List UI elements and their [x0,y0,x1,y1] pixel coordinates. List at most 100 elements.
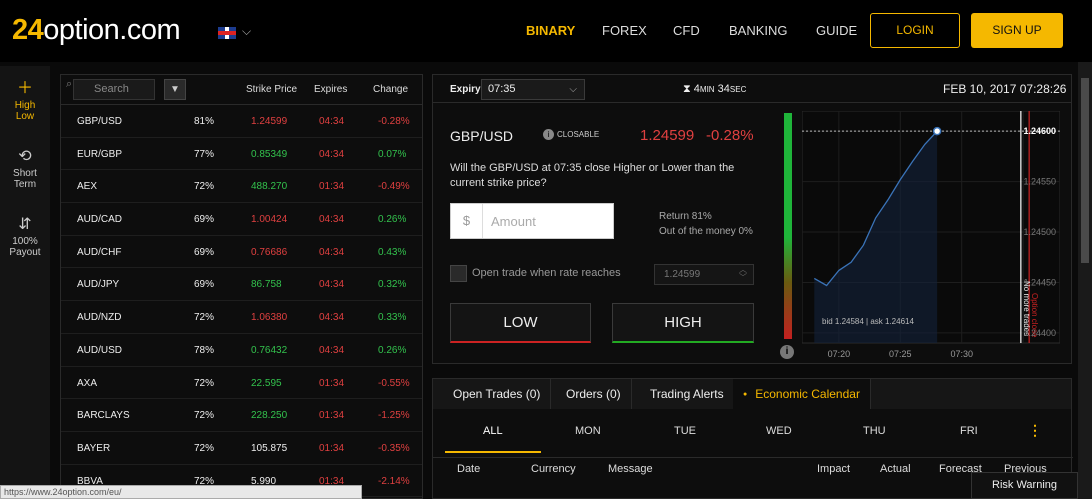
asset-payout: 72% [194,442,215,454]
side-item-payout[interactable]: ⇵ 100% Payout [0,214,50,258]
side-item-label: Short [13,168,37,179]
x-tick-label: 07:20 [828,349,851,359]
asset-row[interactable]: BAYER 72% 105.875 01:34 -0.35% [61,432,422,465]
y-tick-label: 1.24500 [1023,227,1056,237]
side-item-short-term[interactable]: ⟲ Short Term [0,146,50,190]
chevron-down-icon[interactable]: ⌵ [242,24,251,39]
asset-change: 0.26% [378,344,407,356]
trade-panel: Expiry 07:35 ⌵ ⧗ 4MIN 34SEC FEB 10, 2017… [432,74,1072,364]
tab-orders[interactable]: Orders (0) [556,379,632,409]
asset-row[interactable]: AEX 72% 488.270 01:34 -0.49% [61,170,422,204]
asset-list-header: Search ⌕ ▼ Strike Price Expires Change [61,75,422,105]
col-impact[interactable]: Impact [817,463,850,475]
asset-change: 0.43% [378,246,407,258]
col-strike-price[interactable]: Strike Price [246,84,297,95]
status-bar-url: https://www.24option.com/eu/ [0,485,362,499]
info-icon[interactable]: i [780,345,794,359]
col-currency[interactable]: Currency [531,463,576,475]
trade-header: Expiry 07:35 ⌵ ⧗ 4MIN 34SEC FEB 10, 2017… [433,75,1071,103]
day-tue[interactable]: TUE [674,425,696,437]
col-expires[interactable]: Expires [314,84,347,95]
asset-name: GBP/USD [77,116,123,127]
asset-row[interactable]: AUD/CHF 69% 0.76686 04:34 0.43% [61,236,422,269]
col-change[interactable]: Change [373,84,408,95]
price-chart[interactable]: No more trades Option close1.246001.24550… [802,111,1060,361]
rate-change: -0.28% [706,127,754,144]
nav-cfd[interactable]: CFD [673,23,700,38]
uk-flag-icon[interactable] [218,27,236,39]
nav-forex[interactable]: FOREX [602,23,647,38]
asset-row[interactable]: AUD/CAD 69% 1.00424 04:34 0.26% [61,203,422,236]
asset-name: AUD/JPY [77,279,120,291]
asset-expires: 04:34 [319,148,345,160]
asset-strike: 22.595 [251,377,282,389]
risk-warning-button[interactable]: Risk Warning [971,472,1078,499]
tab-trading-alerts[interactable]: Trading Alerts [640,379,735,409]
logo-number: 24 [12,14,44,46]
col-message[interactable]: Message [608,463,653,475]
closable-label: CLOSABLE [557,130,600,139]
side-menu: ＋ High Low ⟲ Short Term ⇵ 100% Payout [0,66,50,499]
open-trade-checkbox[interactable] [450,265,467,282]
day-all[interactable]: ALL [483,425,503,437]
current-datetime: FEB 10, 2017 07:28:26 [943,82,1067,96]
asset-expires: 04:34 [319,344,345,356]
side-item-label: Low [15,111,35,122]
asset-row[interactable]: BARCLAYS 72% 228.250 01:34 -1.25% [61,399,422,432]
filter-button[interactable]: ▼ [164,79,186,100]
day-wed[interactable]: WED [766,425,792,437]
login-button[interactable]: LOGIN [870,13,960,48]
day-mon[interactable]: MON [575,425,601,437]
scrollbar-thumb[interactable] [1081,78,1089,263]
stepper-icon[interactable]: ︿ ﹀ [739,266,747,282]
asset-row[interactable]: AUD/JPY 69% 86.758 04:34 0.32% [61,268,422,302]
side-item-high-low[interactable]: ＋ High Low [0,74,50,122]
expiry-select[interactable]: 07:35 ⌵ [481,79,585,100]
timer-seconds: 34 [717,83,730,95]
filter-icon: ▼ [170,84,180,95]
search-icon: ⌕ [66,78,73,90]
nav-banking[interactable]: BANKING [729,23,788,38]
pair-name: GBP/USD [450,128,514,144]
more-options-icon[interactable]: ⋮ [1028,422,1042,439]
page-scrollbar[interactable] [1078,62,1092,499]
signup-button[interactable]: SIGN UP [971,13,1063,48]
nav-binary[interactable]: BINARY [526,23,575,38]
asset-expires: 04:34 [319,116,345,127]
asset-name: AUD/NZD [77,312,122,324]
asset-expires: 04:34 [319,279,345,291]
expiry-label: Expiry [450,84,481,95]
day-thu[interactable]: THU [863,425,886,437]
asset-payout: 69% [194,279,215,291]
asset-expires: 01:34 [319,410,345,422]
col-actual[interactable]: Actual [880,463,911,475]
asset-change: -0.35% [378,442,410,454]
asset-row[interactable]: GBP/USD 81% 1.24599 04:34 -0.28% [61,105,422,138]
y-tick-label: 1.24600 [1023,126,1056,136]
col-date[interactable]: Date [457,463,480,475]
asset-name: AUD/CHF [77,246,122,258]
open-trade-rate-input[interactable]: 1.24599 ︿ ﹀ [654,264,754,285]
asset-row[interactable]: AUD/USD 78% 0.76432 04:34 0.26% [61,334,422,367]
asset-strike: 1.00424 [251,214,288,226]
asset-strike: 1.06380 [251,312,288,324]
asset-name: BAYER [77,442,111,454]
search-input[interactable]: Search [73,79,155,100]
side-item-label: Payout [9,247,41,258]
asset-row[interactable]: AXA 72% 22.595 01:34 -0.55% [61,367,422,400]
asset-row[interactable]: EUR/GBP 77% 0.85349 04:34 0.07% [61,138,422,171]
nav-guide[interactable]: GUIDE [816,23,857,38]
amount-input[interactable]: $ Amount [450,203,614,239]
amount-placeholder: Amount [491,214,536,229]
tab-open-trades[interactable]: Open Trades (0) [443,379,552,409]
asset-change: -0.55% [378,377,410,389]
logo[interactable]: 24option.com [12,14,181,47]
timer-min-unit: MIN [699,85,715,94]
side-item-label: Term [13,179,37,190]
low-button[interactable]: LOW [450,303,591,343]
high-button[interactable]: HIGH [612,303,754,343]
asset-row[interactable]: AUD/NZD 72% 1.06380 04:34 0.33% [61,301,422,334]
tab-economic-calendar[interactable]: Economic Calendar [733,379,871,409]
asset-expires: 01:34 [319,181,345,193]
day-fri[interactable]: FRI [960,425,978,437]
